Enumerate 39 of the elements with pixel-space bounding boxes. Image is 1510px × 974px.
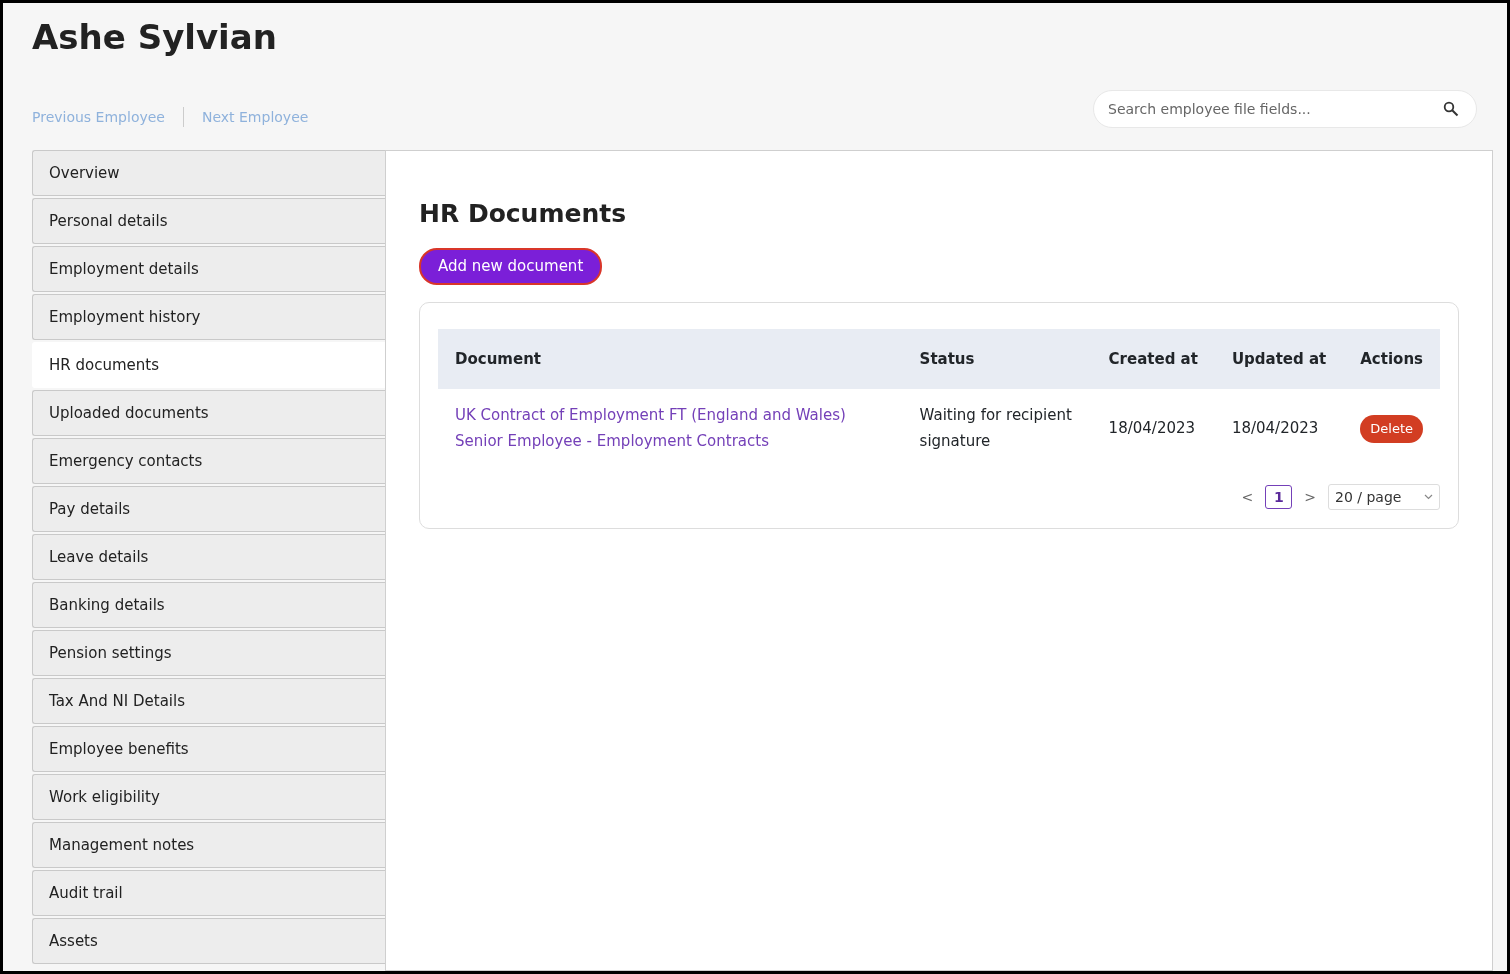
sidebar-item[interactable]: Management notes [32,821,385,868]
search-field[interactable]: Search employee file fields... [1093,89,1477,128]
sidebar-item[interactable]: Banking details [32,581,385,628]
sidebar-item[interactable]: Employee benefits [32,725,385,772]
document-link[interactable]: Senior Employee - Employment Contracts [455,428,769,455]
add-document-button[interactable]: Add new document [419,248,603,285]
column-header: Updated at [1214,328,1344,390]
sidebar-item[interactable]: Assets [32,917,385,964]
section-heading: HR Documents [419,197,628,230]
sidebar-item[interactable]: Pay details [32,485,385,532]
caret-icon [1424,494,1433,501]
sidebar-item[interactable]: Uploaded documents [32,389,385,436]
page-size-value: 20 / page [1335,487,1402,507]
next-page-button[interactable]: > [1300,486,1320,508]
sidebar-item[interactable]: Employment history [32,293,385,340]
employee-name: Ashe Sylvian [31,16,278,58]
date-cell: 18/04/2023 [1091,389,1215,469]
search-icon [1443,100,1459,117]
sidebar-item[interactable]: Overview [32,149,385,196]
status-cell: Waiting for recipient signature [902,389,1092,469]
document-link[interactable]: UK Contract of Employment FT (England and Wales) [455,403,846,429]
date-cell: 18/04/2023 [1214,389,1344,469]
column-header: Created at [1091,328,1215,390]
delete-button[interactable]: Delete [1360,414,1423,443]
sidebar-item[interactable]: Employment details [32,245,385,292]
sidebar-item[interactable]: Tax And NI Details [32,677,385,724]
sidebar-item[interactable]: Audit trail [32,869,385,916]
sidebar-item[interactable]: Emergency contacts [32,437,385,484]
page-size-select[interactable]: 20 / page [1328,484,1440,511]
column-header: Status [902,328,1092,390]
sidebar-item[interactable]: Personal details [32,197,385,244]
column-header: Actions [1343,328,1440,390]
sidebar-item[interactable]: HR documents [32,341,385,388]
sidebar-item[interactable]: Pension settings [32,629,385,676]
column-header: Document [438,328,903,390]
page-button[interactable]: 1 [1265,485,1293,510]
previous-page-button[interactable]: < [1237,486,1258,508]
sidebar-item[interactable]: Leave details [32,533,385,580]
sidebar-item[interactable]: Work eligibility [32,773,385,820]
